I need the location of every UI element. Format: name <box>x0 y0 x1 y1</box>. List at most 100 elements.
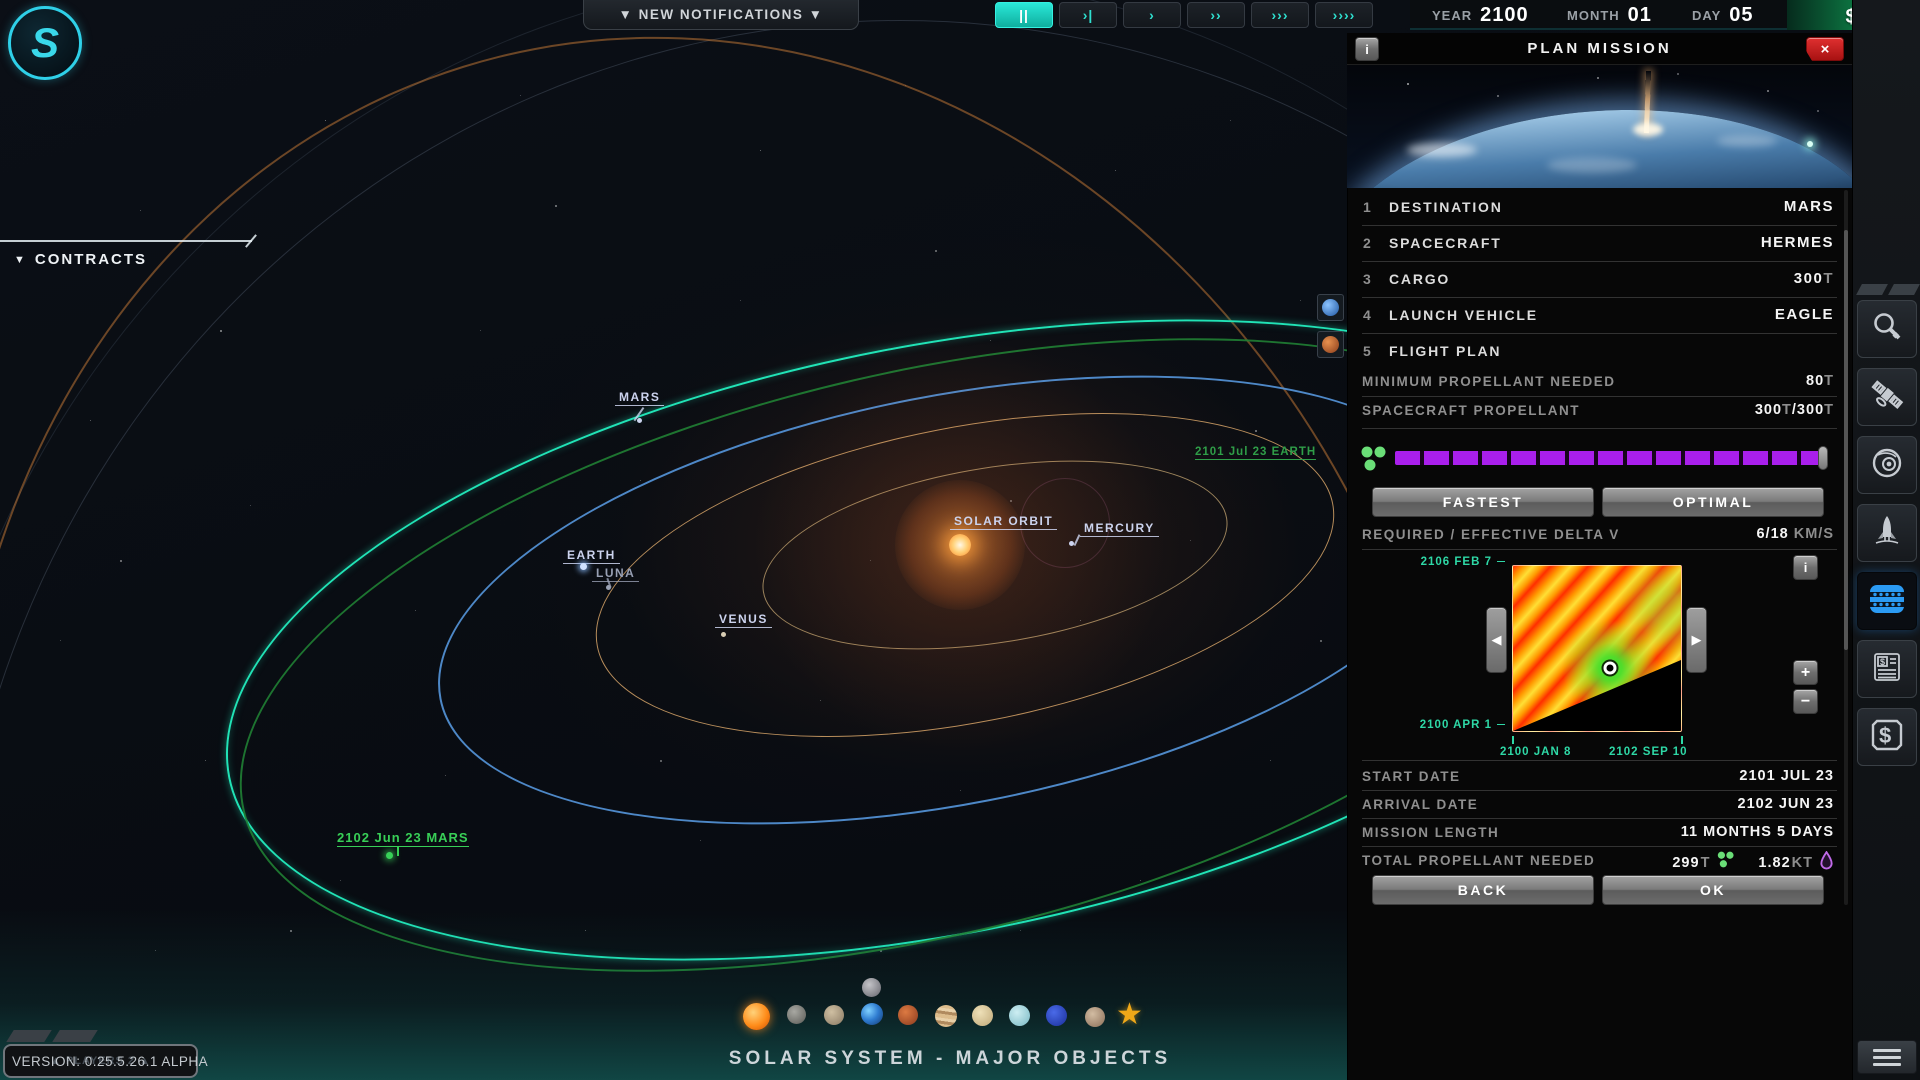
min-propellant-label: MINIMUM PROPELLANT NEEDED <box>1362 374 1616 389</box>
info-button[interactable]: i <box>1355 37 1379 61</box>
selected-launch-window-marker[interactable] <box>1603 661 1617 675</box>
close-button[interactable]: × <box>1806 37 1844 61</box>
map-label-venus[interactable]: VENUS <box>715 612 772 628</box>
min-propellant-value: 80T <box>1806 373 1834 389</box>
pluto-icon[interactable] <box>1085 1007 1105 1027</box>
step-label: SPACECRAFT <box>1389 235 1502 251</box>
arrival-date-label: ARRIVAL DATE <box>1362 797 1479 812</box>
resource-green-icon <box>1716 850 1736 875</box>
right-toolbar: $ $ <box>1852 0 1920 1080</box>
fast-speed-button[interactable]: ›› <box>1187 2 1245 28</box>
svg-text:$: $ <box>1879 723 1891 748</box>
pause-button[interactable]: || <box>995 2 1053 28</box>
separator <box>1362 846 1837 847</box>
earth-icon[interactable] <box>861 1003 883 1025</box>
previous-window-button[interactable]: ◀ <box>1486 607 1507 673</box>
mars-icon[interactable] <box>898 1005 918 1025</box>
contracts-dropdown[interactable]: ▼ CONTRACTS <box>14 251 147 268</box>
optimal-button[interactable]: OPTIMAL <box>1602 487 1824 517</box>
satellites-button[interactable] <box>1857 368 1917 426</box>
propellant-slider-handle[interactable] <box>1818 446 1828 470</box>
faster-speed-button[interactable]: ››› <box>1251 2 1309 28</box>
step-row-cargo[interactable]: 3 CARGO 300T <box>1347 262 1852 297</box>
next-window-button[interactable]: ▶ <box>1686 607 1707 673</box>
neptune-icon[interactable] <box>1046 1005 1067 1026</box>
map-label-luna[interactable]: LUNA <box>592 566 640 582</box>
porkchop-plot[interactable] <box>1512 565 1682 732</box>
missions-button-selected[interactable] <box>1857 572 1917 630</box>
starfield-large <box>0 0 2 2</box>
map-label-earth[interactable]: EARTH <box>563 548 620 564</box>
propellant-resource-icon <box>1359 444 1389 481</box>
propellant-droplet-icon <box>1819 849 1834 875</box>
main-menu-button[interactable] <box>1857 1040 1917 1074</box>
step-row-spacecraft[interactable]: 2 SPACECRAFT HERMES <box>1347 226 1852 261</box>
mission-film-icon <box>1867 579 1907 624</box>
notifications-dropdown[interactable]: ▼ NEW NOTIFICATIONS ▼ <box>583 0 859 30</box>
step-label: CARGO <box>1389 271 1451 287</box>
fastest-button[interactable]: FASTEST <box>1372 487 1594 517</box>
mercury-icon[interactable] <box>787 1005 806 1024</box>
uranus-icon[interactable] <box>1009 1005 1030 1026</box>
hero-vignette <box>1347 65 1852 188</box>
saturn-icon[interactable] <box>972 1005 993 1026</box>
panel-scrollbar-thumb[interactable] <box>1844 230 1848 650</box>
bank-button[interactable]: $ <box>1857 708 1917 766</box>
version-text: VERSION: 0.25.5.26.1 ALPHA <box>12 1054 209 1069</box>
map-title: SOLAR SYSTEM - MAJOR OBJECTS <box>728 1048 1172 1069</box>
separator <box>1362 428 1837 429</box>
sun[interactable] <box>949 534 971 556</box>
moon-icon[interactable] <box>862 978 881 997</box>
mars-shortcut-button[interactable] <box>1317 331 1344 358</box>
delta-v-value: 6/18 KM/S <box>1756 526 1834 542</box>
launch-button[interactable] <box>1857 504 1917 562</box>
search-tool-button[interactable] <box>1857 300 1917 358</box>
play-button[interactable]: › <box>1123 2 1181 28</box>
mission-length-label: MISSION LENGTH <box>1362 825 1500 840</box>
favorite-star-icon[interactable]: ★ <box>1116 997 1143 1032</box>
arrival-position-dot <box>386 852 393 859</box>
start-date-label: START DATE <box>1362 769 1461 784</box>
step-value: EAGLE <box>1774 306 1834 323</box>
back-button[interactable]: BACK <box>1372 875 1594 905</box>
rocket-icon <box>1869 513 1905 554</box>
map-label-solar-orbit[interactable]: SOLAR ORBIT <box>950 514 1058 530</box>
earth-shortcut-button[interactable] <box>1317 294 1344 321</box>
finance-report-button[interactable]: $ <box>1857 640 1917 698</box>
jupiter-icon[interactable] <box>935 1005 957 1027</box>
step-number: 4 <box>1363 307 1371 323</box>
mission-hero-image <box>1347 65 1852 188</box>
step-forward-button[interactable]: ›| <box>1059 2 1117 28</box>
chevron-down-icon: ▼ <box>14 253 27 266</box>
ok-button[interactable]: OK <box>1602 875 1824 905</box>
game-logo[interactable]: S <box>8 6 82 80</box>
step-row-launch-vehicle[interactable]: 4 LAUNCH VEHICLE EAGLE <box>1347 298 1852 333</box>
spacecraft-propellant-value: 300T/300T <box>1754 402 1834 418</box>
venus-icon[interactable] <box>824 1005 844 1025</box>
mars-mini-icon <box>1322 336 1339 353</box>
mars-position-dot <box>637 418 642 423</box>
plan-mission-panel: PLAN MISSION i × 1 DESTINATION MARS 2 SP… <box>1347 0 1852 1080</box>
step-row-destination[interactable]: 1 DESTINATION MARS <box>1347 190 1852 225</box>
zoom-out-button[interactable]: − <box>1793 689 1818 714</box>
total-propellant-value: 299 T 1.82 KT <box>1672 849 1834 875</box>
map-label-mercury[interactable]: MERCURY <box>1080 521 1159 537</box>
step-row-flight-plan[interactable]: 5 FLIGHT PLAN <box>1347 334 1852 369</box>
separator <box>1362 396 1837 397</box>
propellant-slider-bar[interactable] <box>1395 451 1823 465</box>
panel-scrollbar[interactable] <box>1844 190 1848 905</box>
arrival-marker-label: 2102 Jun 23 MARS <box>337 830 469 847</box>
step-number: 5 <box>1363 343 1371 359</box>
orbits-button[interactable] <box>1857 436 1917 494</box>
step-number: 3 <box>1363 271 1371 287</box>
finance-report-icon: $ <box>1869 649 1905 690</box>
porkchop-info-button[interactable]: i <box>1793 555 1818 580</box>
total-propellant-label: TOTAL PROPELLANT NEEDED <box>1362 853 1596 868</box>
game-root: MARS EARTH LUNA VENUS SOLAR ORBIT MERCUR… <box>0 0 1920 1080</box>
step-value: 300T <box>1793 270 1834 287</box>
zoom-in-button[interactable]: + <box>1793 660 1818 685</box>
arrival-tick <box>397 847 399 856</box>
map-label-mars[interactable]: MARS <box>615 390 665 406</box>
sun-icon[interactable] <box>743 1003 770 1030</box>
step-label: DESTINATION <box>1389 199 1503 215</box>
